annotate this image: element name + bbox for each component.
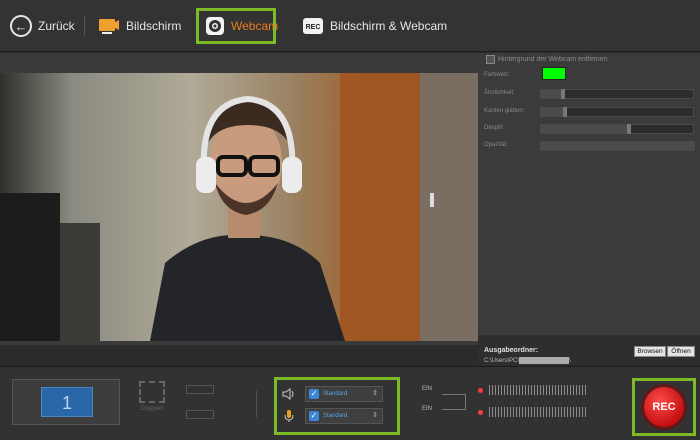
browse-button[interactable]: Browsen <box>634 346 666 357</box>
width-field <box>178 385 214 394</box>
speaker-icon[interactable] <box>281 387 297 401</box>
svg-text:REC: REC <box>306 24 321 31</box>
screen-camera-icon <box>98 15 120 37</box>
color-swatch[interactable] <box>542 67 566 80</box>
toolbar-divider <box>84 16 85 36</box>
tab-label: Bildschirm <box>126 19 182 33</box>
path-redaction <box>519 357 570 364</box>
output-folder-path: C:\Users\PC\ \ <box>484 357 571 364</box>
bottom-toolbar: 1 Croppen ✓ Standard ⇕ ✓ Standard ⇕ <box>0 366 700 440</box>
smooth-label: Kanten glätten: <box>484 108 525 114</box>
tab-label: Webcam <box>231 19 279 33</box>
checkbox-checked-icon[interactable]: ✓ <box>309 411 319 421</box>
monitor-selector[interactable]: 1 <box>12 379 120 425</box>
microphone-value: Standard <box>323 413 348 419</box>
webcam-icon <box>205 15 225 37</box>
similarity-label: Ähnlichkeit: <box>484 90 515 96</box>
microphone-toggle[interactable]: EIN <box>422 406 432 412</box>
webcam-settings-panel: Hintergrund der Webcam entfernen Farbwer… <box>478 53 700 345</box>
microphone-icon[interactable] <box>281 409 297 423</box>
opacity-slider[interactable] <box>540 141 695 151</box>
tab-webcam[interactable]: Webcam <box>196 8 279 44</box>
remove-background-checkbox[interactable]: Hintergrund der Webcam entfernen <box>486 55 608 64</box>
remove-background-label: Hintergrund der Webcam entfernen <box>498 56 608 63</box>
output-folder-box: Ausgabeordner: C:\Users\PC\ \ Browsen Öff… <box>478 335 700 365</box>
level-indicator-dot <box>478 387 483 393</box>
crop-icon <box>139 381 165 403</box>
output-folder-title: Ausgabeordner: <box>484 347 539 354</box>
record-button[interactable]: REC <box>641 384 687 430</box>
rec-screen-webcam-icon: REC <box>302 15 324 37</box>
level-indicator-dot <box>478 409 483 415</box>
level-bars <box>489 407 588 417</box>
lock-icon <box>178 399 192 408</box>
similarity-slider[interactable] <box>540 89 694 99</box>
height-field <box>178 410 214 419</box>
back-button[interactable]: ← Zurück <box>10 14 75 38</box>
system-audio-row: ✓ Standard ⇕ <box>281 386 383 402</box>
opacity-label: Opazität: <box>484 142 509 148</box>
open-button[interactable]: Öffnen <box>667 346 695 357</box>
crop-label: Croppen <box>140 406 164 412</box>
back-label: Zurück <box>38 19 75 33</box>
audio-sources: ✓ Standard ⇕ ✓ Standard ⇕ <box>274 377 400 435</box>
microphone-select[interactable]: ✓ Standard ⇕ <box>305 408 383 424</box>
tab-bildschirm[interactable]: Bildschirm <box>92 8 187 44</box>
system-audio-toggle[interactable]: EIN <box>422 386 432 392</box>
tab-label: Bildschirm & Webcam <box>330 19 448 33</box>
chevron-updown-icon: ⇕ <box>372 412 378 419</box>
color-label: Farbwert: <box>484 72 510 78</box>
microphone-row: ✓ Standard ⇕ <box>281 408 383 424</box>
crop-button[interactable]: Croppen <box>133 381 171 427</box>
path-prefix: C:\Users\PC\ <box>484 358 520 365</box>
webcam-preview <box>0 73 478 341</box>
path-suffix: \ <box>569 358 571 365</box>
monitor-number: 1 <box>41 387 93 417</box>
despill-slider[interactable] <box>540 124 694 134</box>
system-audio-meter <box>478 385 588 395</box>
level-bars <box>489 385 588 395</box>
system-audio-value: Standard <box>323 391 348 397</box>
system-audio-select[interactable]: ✓ Standard ⇕ <box>305 386 383 402</box>
toolbar-divider <box>256 391 257 417</box>
top-toolbar: ← Zurück Bildschirm Webcam REC Bildschir… <box>0 0 700 52</box>
smooth-slider[interactable] <box>540 107 694 117</box>
tab-bildschirm-webcam[interactable]: REC Bildschirm & Webcam <box>296 8 453 44</box>
arrow-left-icon: ← <box>10 15 32 37</box>
record-area: REC <box>632 378 696 436</box>
checkbox-checked-icon[interactable]: ✓ <box>309 389 319 399</box>
checkbox-box[interactable] <box>486 55 495 64</box>
microphone-meter <box>478 407 588 417</box>
audio-link-bracket <box>442 394 466 410</box>
despill-label: Despill: <box>484 125 504 131</box>
chevron-updown-icon: ⇕ <box>372 390 378 397</box>
